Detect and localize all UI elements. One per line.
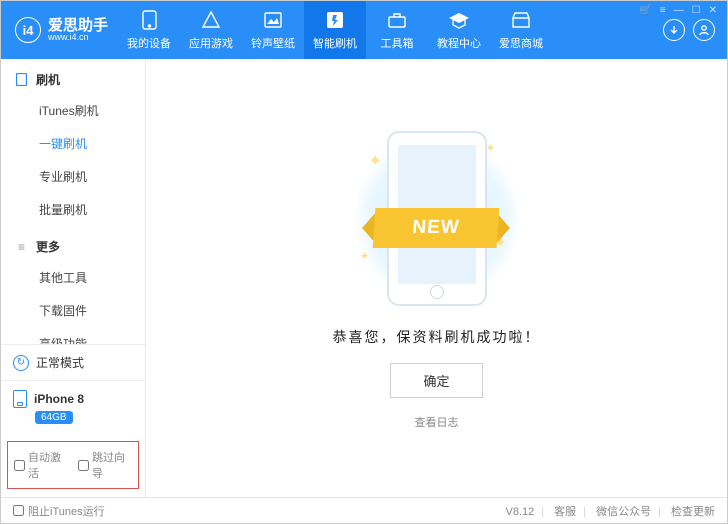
wallpaper-icon bbox=[262, 9, 284, 31]
block-itunes-checkbox[interactable]: 阻止iTunes运行 bbox=[13, 503, 105, 519]
sidebar-item-oneclick-flash[interactable]: 一键刷机 bbox=[1, 127, 145, 160]
sidebar-group-flash: 刷机 bbox=[1, 59, 145, 94]
menu-icon[interactable]: ≡ bbox=[660, 5, 666, 16]
storage-badge: 64GB bbox=[35, 411, 73, 424]
sidebar-device[interactable]: iPhone 8 64GB bbox=[1, 380, 145, 433]
store-icon bbox=[510, 9, 532, 31]
maximize-icon[interactable]: ☐ bbox=[692, 5, 701, 16]
sidebar-item-other-tools[interactable]: 其他工具 bbox=[1, 261, 145, 294]
nav-devices[interactable]: 我的设备 bbox=[118, 1, 180, 59]
brand-title: 爱思助手 bbox=[48, 18, 108, 33]
update-link[interactable]: 检查更新 bbox=[671, 506, 715, 518]
nav-rings[interactable]: 铃声壁纸 bbox=[242, 1, 304, 59]
nav-mall[interactable]: 爱思商城 bbox=[490, 1, 552, 59]
main-content: ✦ ✦ ✦ ✦ NEW 恭喜您，保资料刷机成功啦！ 确定 查看日志 bbox=[146, 59, 727, 497]
version-label: V8.12 bbox=[505, 506, 534, 518]
brand: i4 爱思助手 www.i4.cn bbox=[1, 17, 118, 43]
refresh-icon: ↻ bbox=[13, 355, 29, 371]
sparkle-icon: ✦ bbox=[369, 151, 382, 171]
support-link[interactable]: 客服 bbox=[554, 506, 576, 518]
download-icon[interactable] bbox=[663, 19, 685, 41]
window-controls: 🛒 ≡ — ☐ ✕ bbox=[639, 5, 717, 16]
phone-icon bbox=[138, 9, 160, 31]
flash-icon bbox=[324, 9, 346, 31]
sidebar: 刷机 iTunes刷机 一键刷机 专业刷机 批量刷机 ≡ 更多 其他工具 下载固… bbox=[1, 59, 146, 497]
skip-wizard-checkbox[interactable]: 跳过向导 bbox=[78, 449, 132, 481]
success-illustration: ✦ ✦ ✦ ✦ NEW bbox=[332, 126, 542, 311]
wechat-link[interactable]: 微信公众号 bbox=[596, 506, 651, 518]
nav-flash[interactable]: 智能刷机 bbox=[304, 1, 366, 59]
footer: 阻止iTunes运行 V8.12| 客服| 微信公众号| 检查更新 bbox=[1, 497, 727, 523]
sparkle-icon: ✦ bbox=[485, 141, 495, 155]
new-banner: NEW bbox=[362, 204, 510, 252]
sidebar-group-more: ≡ 更多 bbox=[1, 226, 145, 261]
toolbox-icon bbox=[386, 9, 408, 31]
auto-activate-checkbox[interactable]: 自动激活 bbox=[14, 449, 68, 481]
sidebar-item-itunes-flash[interactable]: iTunes刷机 bbox=[1, 94, 145, 127]
view-logs-link[interactable]: 查看日志 bbox=[415, 414, 459, 430]
header-right bbox=[663, 19, 727, 41]
sidebar-item-batch-flash[interactable]: 批量刷机 bbox=[1, 193, 145, 226]
more-icon: ≡ bbox=[15, 240, 28, 253]
sidebar-item-advanced[interactable]: 高级功能 bbox=[1, 327, 145, 344]
flash-small-icon bbox=[15, 73, 28, 86]
basket-icon[interactable]: 🛒 bbox=[639, 5, 651, 16]
header: i4 爱思助手 www.i4.cn 我的设备 应用游戏 铃声壁纸 智能刷机 bbox=[1, 1, 727, 59]
sidebar-item-download-fw[interactable]: 下载固件 bbox=[1, 294, 145, 327]
nav-tutorials[interactable]: 教程中心 bbox=[428, 1, 490, 59]
sidebar-option-box: 自动激活 跳过向导 bbox=[7, 441, 139, 489]
brand-logo-icon: i4 bbox=[15, 17, 41, 43]
grad-cap-icon bbox=[448, 9, 470, 31]
user-icon[interactable] bbox=[693, 19, 715, 41]
nav-tools[interactable]: 工具箱 bbox=[366, 1, 428, 59]
close-icon[interactable]: ✕ bbox=[709, 5, 717, 16]
nav-games[interactable]: 应用游戏 bbox=[180, 1, 242, 59]
confirm-button[interactable]: 确定 bbox=[390, 363, 482, 398]
minimize-icon[interactable]: — bbox=[674, 5, 684, 16]
sidebar-mode[interactable]: ↻ 正常模式 bbox=[1, 344, 145, 380]
nav: 我的设备 应用游戏 铃声壁纸 智能刷机 工具箱 教程中心 bbox=[118, 1, 663, 59]
brand-url: www.i4.cn bbox=[48, 33, 108, 43]
device-icon bbox=[13, 390, 27, 408]
success-message: 恭喜您，保资料刷机成功啦！ bbox=[333, 327, 541, 347]
sidebar-item-pro-flash[interactable]: 专业刷机 bbox=[1, 160, 145, 193]
footer-right: V8.12| 客服| 微信公众号| 检查更新 bbox=[505, 503, 715, 519]
apps-icon bbox=[200, 9, 222, 31]
